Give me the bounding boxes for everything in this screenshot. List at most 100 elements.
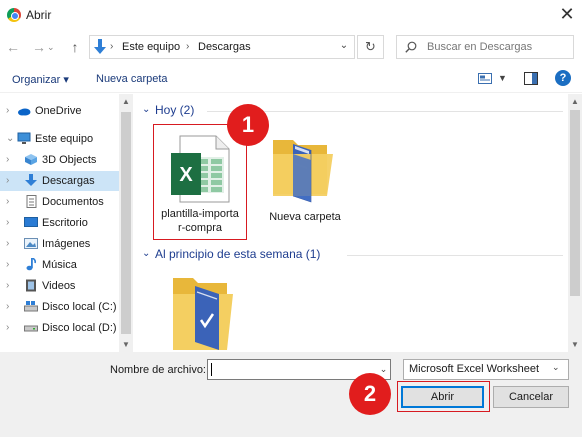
- address-dropdown-button[interactable]: ⌄: [334, 35, 354, 59]
- view-dropdown-icon[interactable]: ▼: [498, 73, 507, 83]
- sidebar-item-label: OneDrive: [35, 105, 82, 117]
- breadcrumb-separator: ›: [110, 41, 114, 52]
- sidebar-item-label: Escritorio: [42, 217, 88, 229]
- sidebar-item-label: Disco local (C:): [42, 301, 117, 313]
- onedrive-icon: [18, 108, 31, 116]
- download-arrow-icon: [94, 39, 106, 54]
- open-button[interactable]: Abrir: [401, 386, 484, 408]
- sidebar-item-label: Videos: [42, 280, 76, 292]
- preview-pane-icon[interactable]: [524, 72, 538, 85]
- svg-text:X: X: [179, 164, 193, 186]
- title-bar: [0, 0, 582, 30]
- sidebar-item-label: Música: [42, 259, 77, 271]
- filetype-selected-value: Microsoft Excel Worksheet: [409, 363, 540, 375]
- music-icon: [26, 258, 37, 271]
- refresh-button[interactable]: ↻: [357, 35, 384, 59]
- expand-chevron-icon[interactable]: ›: [6, 154, 9, 165]
- back-button[interactable]: ←: [4, 37, 22, 57]
- breadcrumb-separator: ›: [186, 41, 190, 52]
- forward-button[interactable]: →: [30, 37, 48, 57]
- scroll-up-icon[interactable]: ▲: [571, 97, 579, 106]
- sidebar-item-disco-c[interactable]: › Disco local (C:): [0, 297, 119, 317]
- collapse-group-chevron-icon[interactable]: ⌄: [142, 104, 150, 115]
- scroll-up-icon[interactable]: ▲: [122, 97, 130, 106]
- sidebar-item-label: Imágenes: [42, 238, 91, 250]
- window-title: Abrir: [26, 8, 52, 22]
- file-list-scrollbar-thumb[interactable]: [570, 110, 580, 296]
- group-header-al-principio-de-esta-semana[interactable]: Al principio de esta semana (1): [155, 247, 320, 261]
- search-icon: [405, 41, 417, 53]
- recent-locations-chevron-icon[interactable]: ⌄: [47, 42, 55, 53]
- document-icon: [26, 195, 37, 208]
- help-button[interactable]: ?: [555, 70, 571, 86]
- sidebar-item-label: Este equipo: [35, 133, 94, 145]
- folder-name: Nueva carpeta: [269, 211, 341, 223]
- navigation-scrollbar-thumb[interactable]: [121, 112, 131, 334]
- expand-chevron-icon[interactable]: ›: [6, 280, 9, 291]
- sidebar-item-label: Descargas: [42, 175, 95, 187]
- filename-label: Nombre de archivo:: [110, 364, 206, 376]
- address-bar[interactable]: › Este equipo › Descargas: [89, 35, 355, 59]
- file-list-pane[interactable]: ⌄ Hoy (2) X plantilla-importa r-compra N…: [135, 94, 568, 352]
- expand-chevron-icon[interactable]: ›: [6, 322, 9, 333]
- expand-chevron-icon[interactable]: ›: [6, 238, 9, 249]
- scroll-down-icon[interactable]: ▼: [122, 340, 130, 349]
- file-name-line2: r-compra: [177, 222, 222, 234]
- sidebar-item-imagenes[interactable]: › Imágenes: [0, 234, 119, 254]
- drive-icon: [24, 325, 38, 332]
- search-input[interactable]: [427, 38, 567, 56]
- excel-file-icon: X: [171, 135, 230, 203]
- desktop-icon: [24, 217, 38, 227]
- view-options-icon[interactable]: [478, 73, 492, 84]
- sidebar-item-descargas[interactable]: › Descargas: [0, 171, 119, 191]
- sidebar-item-disco-d[interactable]: › Disco local (D:): [0, 318, 119, 338]
- sidebar-item-label: Documentos: [42, 196, 104, 208]
- expand-chevron-icon[interactable]: ›: [6, 217, 9, 228]
- computer-icon: [17, 132, 31, 144]
- filetype-dropdown-icon[interactable]: ⌄: [552, 362, 560, 373]
- search-box[interactable]: [396, 35, 574, 59]
- breadcrumb-este-equipo[interactable]: Este equipo: [122, 41, 180, 53]
- new-folder-button[interactable]: Nueva carpeta: [96, 73, 168, 85]
- file-item-folder[interactable]: [157, 266, 253, 352]
- expand-chevron-icon[interactable]: ›: [6, 196, 9, 207]
- breadcrumb-descargas[interactable]: Descargas: [198, 41, 251, 53]
- sidebar-item-onedrive[interactable]: › OneDrive: [0, 101, 119, 121]
- toolbar: [0, 65, 582, 93]
- expand-chevron-icon[interactable]: ›: [6, 105, 9, 116]
- scroll-down-icon[interactable]: ▼: [571, 340, 579, 349]
- cancel-button[interactable]: Cancelar: [493, 386, 569, 408]
- sidebar-item-documentos[interactable]: › Documentos: [0, 192, 119, 212]
- folder-icon: [273, 140, 333, 203]
- file-name-line1: plantilla-importa: [161, 208, 239, 220]
- text-caret: [211, 363, 212, 376]
- drive-icon: [24, 301, 38, 312]
- close-button[interactable]: ✕: [556, 4, 578, 26]
- organize-button[interactable]: Organizar ▾: [12, 73, 69, 86]
- 3d-objects-icon: [25, 154, 37, 165]
- step-badge-2: 2: [349, 373, 391, 415]
- sidebar-item-label: Disco local (D:): [42, 322, 117, 334]
- file-item-plantilla-importar-compra[interactable]: X plantilla-importa r-compra: [153, 124, 247, 240]
- chrome-app-icon: [7, 8, 21, 22]
- expand-chevron-icon[interactable]: ›: [6, 301, 9, 312]
- step-badge-1: 1: [227, 104, 269, 146]
- sidebar-item-escritorio[interactable]: › Escritorio: [0, 213, 119, 233]
- folder-icon: [173, 278, 233, 350]
- sidebar-item-videos[interactable]: › Videos: [0, 276, 119, 296]
- collapse-group-chevron-icon[interactable]: ⌄: [142, 248, 150, 259]
- sidebar-item-este-equipo[interactable]: ⌄ Este equipo: [0, 129, 119, 149]
- file-item-nueva-carpeta[interactable]: Nueva carpeta: [257, 124, 353, 240]
- navigation-pane[interactable]: › OneDrive ⌄ Este equipo › 3D Objects › …: [0, 94, 133, 352]
- sidebar-item-musica[interactable]: › Música: [0, 255, 119, 275]
- collapse-chevron-icon[interactable]: ⌄: [6, 133, 14, 144]
- sidebar-item-label: 3D Objects: [42, 154, 97, 166]
- up-button[interactable]: ↑: [66, 37, 84, 57]
- download-icon: [25, 174, 37, 186]
- filename-input[interactable]: [211, 362, 371, 377]
- group-header-hoy[interactable]: Hoy (2): [155, 103, 194, 117]
- sidebar-item-3d-objects[interactable]: › 3D Objects: [0, 150, 119, 170]
- expand-chevron-icon[interactable]: ›: [6, 175, 9, 186]
- filetype-select[interactable]: Microsoft Excel Worksheet ⌄: [403, 359, 569, 380]
- expand-chevron-icon[interactable]: ›: [6, 259, 9, 270]
